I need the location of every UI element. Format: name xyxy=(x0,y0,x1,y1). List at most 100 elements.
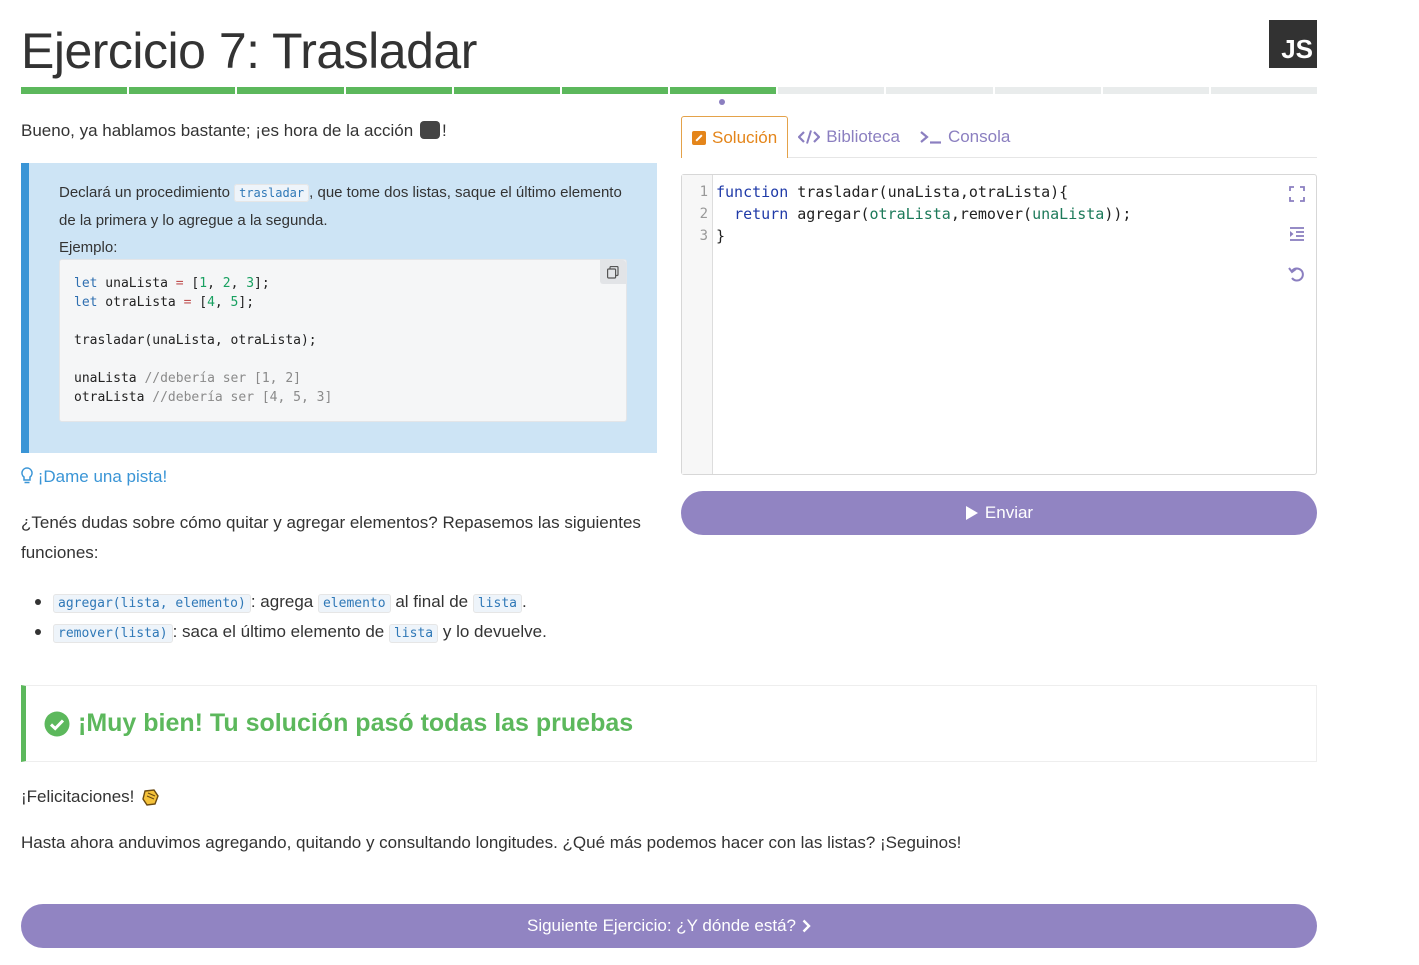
doubts-text: ¿Tenés dudas sobre cómo quitar y agregar… xyxy=(21,513,641,562)
code-comment: //debería ser [4, 5, 3] xyxy=(152,390,333,405)
code-token: agregar( xyxy=(788,205,870,223)
code-token: otraLista xyxy=(97,295,184,310)
clapping-hands-icon xyxy=(142,789,160,806)
line-number: 2 xyxy=(699,206,708,222)
code-number: 2 xyxy=(222,276,231,291)
play-icon xyxy=(965,506,978,520)
submit-button[interactable]: Enviar xyxy=(681,491,1317,535)
expand-icon xyxy=(1289,186,1305,202)
language-badge: JS xyxy=(1269,20,1317,68)
result-banner: ¡Muy bien! Tu solución pasó todas las pr… xyxy=(21,685,1317,762)
code-token: trasladar(unaLista, otraLista); xyxy=(74,333,317,348)
task-paragraph: Declará un procedimiento trasladar, que … xyxy=(59,179,629,234)
inline-code: agregar(lista, elemento) xyxy=(53,594,251,613)
list-text: : saca el último elemento de xyxy=(172,622,385,641)
editor-toolbar xyxy=(1286,183,1308,285)
hint-link[interactable]: ¡Dame una pista! xyxy=(21,467,167,487)
lightbulb-icon xyxy=(21,467,33,484)
progress-segment[interactable] xyxy=(453,87,560,94)
line-number: 3 xyxy=(699,228,708,244)
page-title: Ejercicio 7: Trasladar xyxy=(21,23,477,79)
code-token: unaLista xyxy=(74,371,145,386)
check-circle-icon xyxy=(44,711,70,736)
submit-label: Enviar xyxy=(984,503,1034,522)
intro-text-after: ! xyxy=(441,121,447,140)
intro-text-before: Bueno, ya hablamos bastante; ¡es hora de… xyxy=(21,121,414,140)
next-exercise-label: Siguiente Ejercicio: ¿Y dónde está? xyxy=(526,916,797,935)
editor-code[interactable]: function trasladar(unaLista,otraLista){ … xyxy=(716,181,1131,247)
list-text: . xyxy=(521,592,527,611)
progress-segment[interactable] xyxy=(886,87,993,94)
tab-label: Solución xyxy=(712,127,778,147)
progress-segment[interactable] xyxy=(1210,87,1318,94)
inline-code: remover(lista) xyxy=(53,624,173,643)
line-number: 1 xyxy=(699,184,708,200)
inline-code: lista xyxy=(472,594,522,613)
current-exercise-marker xyxy=(719,99,725,105)
tab-label: Consola xyxy=(947,127,1011,146)
code-token: [ xyxy=(191,295,208,310)
code-operator: = xyxy=(175,276,184,291)
code-icon xyxy=(798,130,821,144)
line-numbers: 1 2 3 xyxy=(682,175,713,474)
code-token: , xyxy=(214,295,231,310)
result-message: ¡Muy bien! Tu solución pasó todas las pr… xyxy=(78,709,634,737)
progress-segment[interactable] xyxy=(778,87,885,94)
progress-segment[interactable] xyxy=(237,87,344,94)
progress-segment[interactable] xyxy=(670,87,777,94)
congrats-label: ¡Felicitaciones! xyxy=(21,787,135,806)
example-label: Ejemplo: xyxy=(59,239,118,256)
code-keyword: let xyxy=(74,276,98,291)
list-text: y lo devuelve. xyxy=(442,622,547,641)
terminal-icon xyxy=(920,131,941,144)
movie-camera-icon xyxy=(419,121,440,139)
code-token: ]; xyxy=(254,276,270,291)
tab-consola[interactable]: Consola xyxy=(910,116,1020,158)
exercise-progress-bar xyxy=(21,87,1318,95)
inline-code: lista xyxy=(388,624,439,643)
code-number: 4 xyxy=(207,295,215,310)
list-text: : agrega xyxy=(250,592,314,611)
code-keyword: return xyxy=(734,205,789,223)
code-token: unaLista xyxy=(97,276,176,291)
indent-icon xyxy=(1290,227,1304,241)
example-code-block: let unaLista = [1, 2, 3]; let otraLista … xyxy=(59,259,627,422)
copy-icon xyxy=(607,265,619,279)
fullscreen-button[interactable] xyxy=(1286,183,1308,205)
next-exercise-button[interactable]: Siguiente Ejercicio: ¿Y dónde está? xyxy=(21,904,1317,948)
format-code-button[interactable] xyxy=(1286,223,1308,245)
code-token: , xyxy=(207,276,223,291)
hint-label: ¡Dame una pista! xyxy=(37,467,168,486)
code-token: ,remover( xyxy=(950,205,1033,223)
reset-code-button[interactable] xyxy=(1286,263,1308,285)
code-token: trasladar(unaLista,otraLista){ xyxy=(788,183,1069,201)
code-number: 1 xyxy=(199,276,208,291)
progress-segment[interactable] xyxy=(345,87,452,94)
progress-segment[interactable] xyxy=(21,87,128,94)
closing-text: Hasta ahora anduvimos agregando, quitand… xyxy=(21,833,962,852)
code-editor[interactable]: 1 2 3 function trasladar(unaLista,otraLi… xyxy=(681,174,1317,475)
progress-segment[interactable] xyxy=(561,87,669,94)
inline-code-trasladar: trasladar xyxy=(234,184,310,202)
copy-code-button[interactable] xyxy=(600,260,626,284)
congrats-text: ¡Felicitaciones! xyxy=(21,787,160,807)
code-token: ]; xyxy=(238,295,255,310)
progress-segment[interactable] xyxy=(1102,87,1209,94)
inline-code: elemento xyxy=(317,594,391,613)
tab-label: Biblioteca xyxy=(826,127,900,146)
code-token: )); xyxy=(1104,205,1132,223)
code-token: } xyxy=(716,227,726,245)
progress-segment[interactable] xyxy=(129,87,236,94)
code-comment: //debería ser [1, 2] xyxy=(144,371,301,386)
chevron-right-icon xyxy=(802,919,811,933)
tab-solucion[interactable]: Solución xyxy=(681,116,789,158)
list-text: al final de xyxy=(395,592,469,611)
code-token: otraLista xyxy=(74,390,153,405)
editor-tabs: Solución Biblioteca Consola xyxy=(681,116,1317,158)
tab-biblioteca[interactable]: Biblioteca xyxy=(788,116,910,158)
code-variable: otraLista xyxy=(869,205,951,223)
undo-icon xyxy=(1288,267,1304,282)
progress-segment[interactable] xyxy=(994,87,1101,94)
code-token: [ xyxy=(183,276,200,291)
